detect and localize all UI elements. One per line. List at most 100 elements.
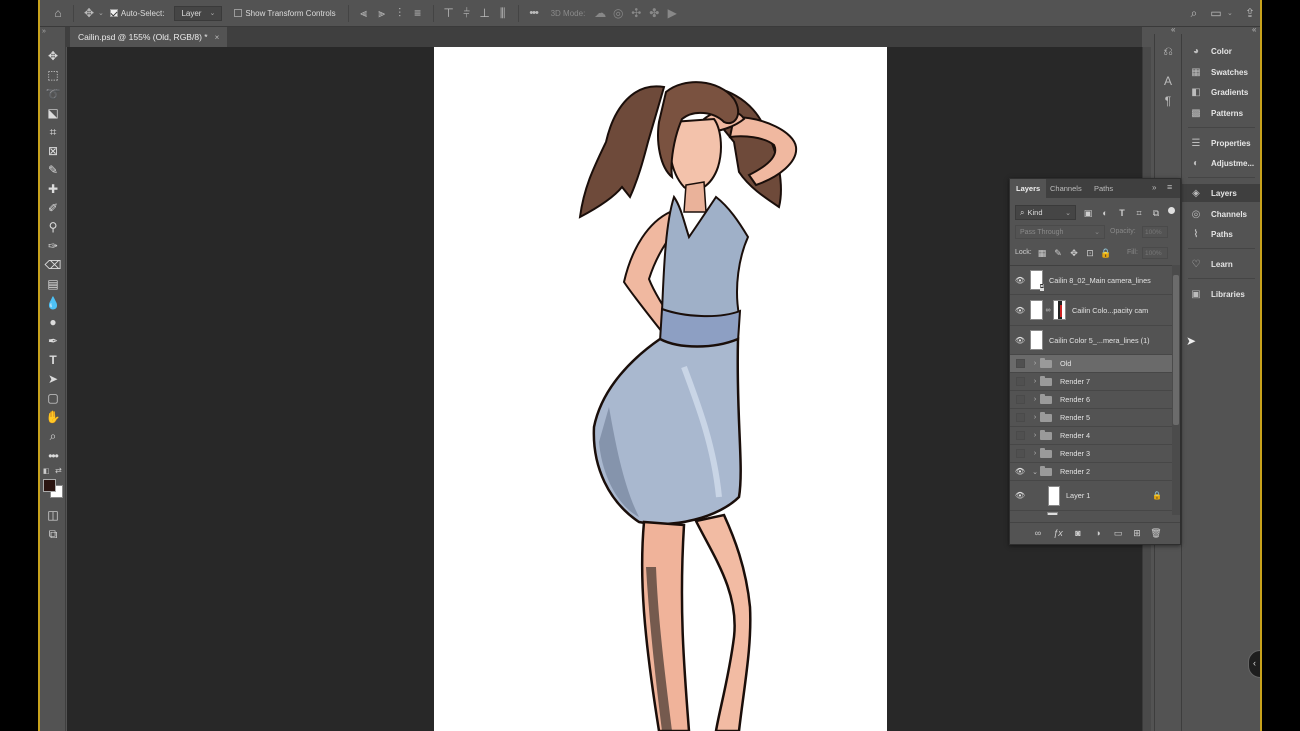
eyedropper-tool-icon[interactable]: ✎ (44, 161, 62, 179)
fill-input[interactable]: 100% (1142, 247, 1168, 259)
layer-row[interactable]: 👁 Cailin Color 5_...mera_lines (1) (1010, 326, 1172, 355)
distribute-horizontal-icon[interactable]: ⫼ (494, 4, 512, 22)
home-icon[interactable]: ⌂ (49, 4, 67, 22)
history-brush-tool-icon[interactable]: ✑ (44, 237, 62, 255)
align-left-icon[interactable]: ⫷ (355, 4, 373, 22)
add-mask-icon[interactable]: ◙ (1072, 527, 1084, 539)
filter-kind-dropdown[interactable]: ⌕ Kind ⌄ (1015, 205, 1076, 220)
checkbox-checked-icon[interactable] (109, 9, 118, 17)
collapse-panels-icon[interactable]: « (1171, 25, 1175, 34)
layer-mask-thumbnail[interactable] (1053, 300, 1066, 320)
visibility-toggle-hidden[interactable] (1010, 373, 1030, 390)
collapse-toolbar-icon[interactable]: » (42, 28, 46, 35)
visibility-toggle-hidden[interactable] (1010, 445, 1030, 462)
visibility-eye-icon[interactable]: 👁 (1010, 463, 1030, 480)
character-panel-icon[interactable]: A (1159, 72, 1177, 90)
collapse-dock-icon[interactable]: « (1252, 25, 1256, 34)
new-layer-icon[interactable]: ⊞ (1131, 527, 1143, 539)
panel-menu-icon[interactable]: ≡ (1167, 182, 1172, 192)
layer-group-row[interactable]: › Render 7 (1010, 373, 1172, 391)
document-tab[interactable]: Cailin.psd @ 155% (Old, RGB/8) * × (70, 27, 228, 47)
panel-libraries[interactable]: ▣ Libraries (1182, 285, 1260, 303)
panel-patterns[interactable]: ▩ Patterns (1182, 104, 1260, 122)
marquee-tool-icon[interactable]: ⬚ (44, 66, 62, 84)
panel-swatches[interactable]: ▦ Swatches (1182, 63, 1260, 81)
blend-mode-dropdown[interactable]: Pass Through ⌄ (1015, 225, 1105, 239)
lock-artboard-icon[interactable]: ⊡ (1084, 247, 1096, 259)
tab-layers[interactable]: Layers (1010, 179, 1047, 198)
filter-pixel-icon[interactable]: ▣ (1082, 207, 1094, 219)
layer-group-row[interactable]: › Render 4 (1010, 427, 1172, 445)
layer-group-row[interactable]: › Render 6 (1010, 391, 1172, 409)
align-horizontal-center-icon[interactable]: ⫸ (373, 4, 391, 22)
checkbox-unchecked-icon[interactable] (234, 9, 243, 17)
layers-scrollbar[interactable] (1172, 265, 1180, 515)
layer-group-row-selected[interactable]: › Old (1010, 355, 1172, 373)
panel-adjustments[interactable]: ◐ Adjustme... (1182, 154, 1260, 172)
layer-group-row[interactable]: › Render 3 (1010, 445, 1172, 463)
clone-stamp-tool-icon[interactable]: ⚲ (44, 218, 62, 236)
history-panel-icon[interactable]: ⎌ (1159, 42, 1177, 60)
add-layer-style-icon[interactable]: ƒx (1052, 527, 1064, 539)
chevron-down-icon[interactable]: ⌄ (1030, 468, 1040, 476)
chevron-right-icon[interactable]: › (1030, 450, 1040, 457)
path-selection-tool-icon[interactable]: ➤ (44, 370, 62, 388)
visibility-eye-icon[interactable]: 👁 (1010, 295, 1030, 325)
chevron-down-icon[interactable]: ⌄ (98, 9, 104, 17)
align-right-icon[interactable]: ⫶ (391, 4, 409, 22)
3d-roll-icon[interactable]: ◎ (609, 4, 627, 22)
pen-tool-icon[interactable]: ✒ (44, 332, 62, 350)
eraser-tool-icon[interactable]: ⌫ (44, 256, 62, 274)
filter-adjustment-icon[interactable]: ◐ (1099, 207, 1111, 219)
layer-group-row[interactable]: › Render 5 (1010, 409, 1172, 427)
move-tool-preset-icon[interactable]: ✥ (80, 4, 98, 22)
lock-transparent-pixels-icon[interactable]: ▦ (1036, 247, 1048, 259)
canvas-area[interactable] (67, 47, 1142, 731)
chevron-right-icon[interactable]: › (1030, 378, 1040, 385)
visibility-toggle-hidden[interactable] (1010, 391, 1030, 408)
visibility-eye-icon[interactable]: 👁 (1010, 266, 1030, 294)
panel-paths[interactable]: ⌇ Paths (1182, 225, 1260, 243)
hand-tool-icon[interactable]: ✋ (44, 408, 62, 426)
visibility-toggle-hidden[interactable] (1010, 409, 1030, 426)
mask-link-icon[interactable]: ∞ (1045, 307, 1051, 314)
panel-gradients[interactable]: ◧ Gradients (1182, 83, 1260, 101)
3d-orbit-icon[interactable]: ☁ (591, 4, 609, 22)
link-layers-icon[interactable]: ∞ (1032, 527, 1044, 539)
new-group-icon[interactable]: ▭ (1112, 527, 1124, 539)
blur-tool-icon[interactable]: 💧 (44, 294, 62, 312)
lock-position-icon[interactable]: ✥ (1068, 247, 1080, 259)
layer-group-row-open[interactable]: 👁 ⌄ Render 2 (1010, 463, 1172, 481)
lock-image-pixels-icon[interactable]: ✎ (1052, 247, 1064, 259)
chevron-down-icon[interactable]: ⌄ (1227, 9, 1233, 17)
lasso-tool-icon[interactable]: ➰ (44, 85, 62, 103)
3d-pan-icon[interactable]: ✣ (627, 4, 645, 22)
panel-learn[interactable]: ♡ Learn (1182, 255, 1260, 273)
swap-colors-icon[interactable]: ⇄ (55, 466, 62, 475)
layer-row[interactable]: 👁 ∞ Cailin Colo...pacity cam (1010, 295, 1172, 326)
crop-tool-icon[interactable]: ⌗ (44, 123, 62, 141)
paragraph-panel-icon[interactable]: ¶ (1159, 92, 1177, 110)
gradient-tool-icon[interactable]: ▤ (44, 275, 62, 293)
chevron-right-icon[interactable]: › (1030, 360, 1040, 367)
close-tab-icon[interactable]: × (215, 33, 220, 42)
lock-all-icon[interactable]: 🔒 (1100, 247, 1112, 259)
more-options-icon[interactable]: ••• (525, 4, 543, 22)
show-transform-controls-checkbox[interactable]: Show Transform Controls (234, 9, 336, 18)
chevron-right-icon[interactable]: › (1030, 396, 1040, 403)
default-colors-icon[interactable]: ◧ (43, 467, 50, 475)
tab-channels[interactable]: Channels (1044, 179, 1088, 198)
frame-tool-icon[interactable]: ⊠ (44, 142, 62, 160)
align-bottom-icon[interactable]: ⊥ (476, 4, 494, 22)
chevron-right-icon[interactable]: › (1030, 432, 1040, 439)
panel-channels[interactable]: ◎ Channels (1182, 205, 1260, 223)
3d-camera-icon[interactable]: ▶ (663, 4, 681, 22)
foreground-color-swatch[interactable] (43, 479, 56, 492)
layer-row[interactable]: 👁 Layer 1 🔒 (1010, 481, 1172, 511)
zoom-tool-icon[interactable]: ⌕ (44, 427, 62, 445)
filter-toggle-icon[interactable] (1168, 207, 1175, 214)
tab-paths[interactable]: Paths (1088, 179, 1119, 198)
filter-smart-object-icon[interactable]: ⧉ (1150, 207, 1162, 219)
distribute-vertical-icon[interactable]: ≡ (409, 4, 427, 22)
delete-layer-icon[interactable]: 🗑 (1150, 527, 1162, 539)
